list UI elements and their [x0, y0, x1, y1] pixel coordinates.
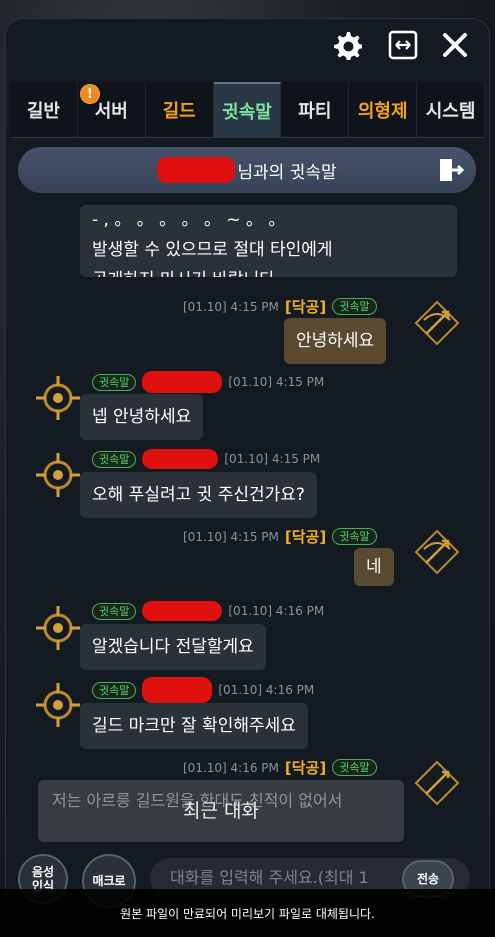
whisper-tag: 귓속말: [92, 450, 137, 468]
redacted-name: [142, 677, 213, 703]
redacted-name: [142, 449, 219, 469]
chat-tab-bar: 길반 ! 서버 길드 귓속말 파티 의형제 시스템: [10, 82, 486, 138]
timestamp: [01.10] 4:16 PM: [228, 604, 325, 618]
message-meta: 귓속말 [01.10] 4:16 PM: [92, 677, 314, 703]
message-meta: 귓속말 [01.10] 4:15 PM: [92, 449, 320, 469]
leave-chat-icon[interactable]: [436, 156, 465, 184]
message-meta: 귓속말 [01.10] 4:15 PM: [92, 371, 324, 393]
whisper-header: 님과의 귓속말: [18, 147, 476, 193]
message-meta: [01.10] 4:15 PM [닥공] 귓속말: [183, 296, 377, 317]
tab-guild[interactable]: 길드: [146, 82, 214, 137]
whisper-tag: 귓속말: [332, 528, 377, 545]
tab-label: 서버: [94, 100, 128, 122]
sender-name: [닥공]: [284, 759, 327, 777]
timestamp: [01.10] 4:15 PM: [183, 299, 279, 314]
warrior-class-icon: [33, 450, 83, 500]
recent-conversation-button[interactable]: 저는 아르릉 길드원을 한대도 친적이 없어서 최근 대화: [38, 780, 404, 842]
system-notice-bubble: - , 。 。 。 。 。 ~ 。 。 발생할 수 있으므로 절대 타인에게 공…: [80, 205, 457, 277]
redacted-name: [142, 601, 223, 621]
tab-label: 의형제: [357, 100, 408, 122]
expand-toggle-icon[interactable]: [386, 28, 420, 62]
timestamp: [01.10] 4:16 PM: [183, 760, 279, 775]
whisper-tag: 귓속말: [92, 681, 137, 699]
message-bubble-other: 알겠습니다 전달할게요: [80, 624, 266, 670]
redacted-name: [142, 371, 223, 393]
message-bubble-other: 길드 마크만 잘 확인해주세요: [80, 703, 308, 749]
settings-gear-icon[interactable]: [330, 28, 364, 62]
tab-whisper[interactable]: 귓속말: [213, 82, 282, 137]
warrior-class-icon: [33, 603, 83, 653]
tab-label: 파티: [298, 100, 332, 122]
message-bubble-mine: 안녕하세요: [284, 318, 387, 364]
whisper-tag: 귓속말: [332, 759, 377, 776]
tab-party[interactable]: 파티: [281, 82, 350, 137]
sender-name: [닥공]: [284, 298, 327, 316]
tab-label: 귓속말: [222, 101, 272, 123]
whisper-header-title: 님과의 귓속말: [237, 162, 337, 183]
preview-notice: 원본 파일이 만료되어 미리보기 파일로 대체됩니다.: [0, 889, 495, 937]
timestamp: [01.10] 4:15 PM: [228, 375, 325, 389]
message-meta: [01.10] 4:16 PM [닥공] 귓속말: [183, 757, 377, 778]
whisper-tag: 귓속말: [92, 373, 137, 391]
tab-system[interactable]: 시스템: [417, 82, 486, 137]
message-meta: 귓속말 [01.10] 4:16 PM: [92, 601, 324, 621]
archer-class-icon: [412, 298, 462, 348]
message-bubble-other: 오해 푸실려고 귓 주신건가요?: [80, 472, 317, 518]
timestamp: [01.10] 4:15 PM: [183, 529, 279, 544]
archer-class-icon: [412, 527, 462, 577]
warrior-class-icon: [33, 373, 83, 423]
sender-name: [닥공]: [284, 528, 327, 546]
tab-label: 길드: [162, 100, 196, 122]
tab-label: 시스템: [425, 100, 476, 122]
tab-brotherhood[interactable]: 의형제: [349, 82, 418, 137]
message-bubble-other: 넵 안녕하세요: [80, 394, 204, 440]
timestamp: [01.10] 4:16 PM: [218, 683, 315, 697]
warrior-class-icon: [33, 680, 83, 730]
timestamp: [01.10] 4:15 PM: [224, 452, 321, 466]
whisper-tag: 귓속말: [92, 602, 137, 620]
tab-server[interactable]: ! 서버: [78, 82, 146, 137]
tab-label: 길반: [26, 100, 60, 122]
whisper-tag: 귓속말: [332, 298, 377, 315]
close-icon[interactable]: [438, 28, 472, 62]
redacted-name: [157, 157, 236, 183]
archer-class-icon: [412, 758, 462, 808]
message-bubble-mine: 네: [354, 548, 394, 586]
message-meta: [01.10] 4:15 PM [닥공] 귓속말: [183, 526, 377, 547]
tab-alliance[interactable]: 길반: [10, 82, 78, 137]
alert-badge-icon: !: [79, 84, 100, 104]
recent-label: 최근 대화: [183, 800, 259, 822]
